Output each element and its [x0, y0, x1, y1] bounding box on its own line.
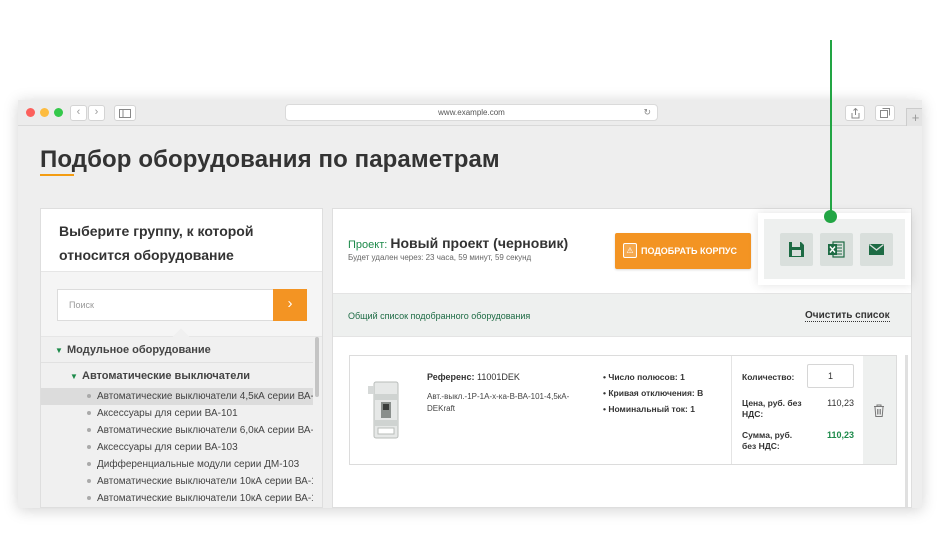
- project-actions-popup: [758, 213, 911, 285]
- quantity-input[interactable]: 1: [807, 364, 854, 388]
- spec-poles: • Число полюсов: 1: [603, 372, 685, 382]
- tabs-button[interactable]: [875, 105, 895, 121]
- pick-enclosure-button[interactable]: ⚠ ПОДОБРАТЬ КОРПУС: [615, 233, 751, 269]
- delete-zone[interactable]: [863, 356, 896, 464]
- tree-group-modular[interactable]: ▼ Модульное оборудование: [41, 337, 313, 363]
- group-selector-heading: Выберите группу, к которой относится обо…: [59, 223, 254, 263]
- spec-text: Кривая отключения: В: [608, 388, 704, 398]
- project-expire-note: Будет удален через: 23 часа, 59 минут, 5…: [348, 253, 532, 262]
- reload-icon[interactable]: ↻: [643, 105, 651, 120]
- save-button[interactable]: [780, 233, 813, 266]
- chevron-down-icon: ▼: [55, 346, 63, 355]
- browser-toolbar: ‹ › www.example.com ↻ +: [18, 100, 922, 126]
- mail-icon: [869, 243, 884, 255]
- circuit-breaker-image: [368, 381, 399, 439]
- close-window-button[interactable]: [26, 108, 35, 117]
- sidebar-toggle-button[interactable]: [114, 105, 136, 121]
- sum-value: 110,23: [826, 430, 854, 440]
- bullet-icon: [87, 428, 91, 433]
- group-tree: ▼ Модульное оборудование ▼ Автоматические …: [41, 328, 322, 507]
- callout-dot: [824, 210, 837, 223]
- product-specs: • Число полюсов: 1 • Кривая отключения: …: [603, 370, 728, 418]
- spec-text: Число полюсов: 1: [608, 372, 685, 382]
- tree-item-label: Автоматические выключатели 6,0кА серии В…: [97, 425, 313, 436]
- tree-item-label: Аксессуары для серии ВА-103: [97, 442, 238, 453]
- spec-current: • Номинальный ток: 1: [603, 404, 695, 414]
- tabs-icon: [880, 108, 890, 118]
- new-tab-button[interactable]: +: [906, 108, 922, 126]
- address-bar[interactable]: www.example.com ↻: [285, 104, 658, 121]
- chevron-down-icon: ▼: [70, 372, 78, 381]
- tree-item-label: Дифференциальные модули серии ДМ-103: [97, 459, 300, 470]
- maximize-window-button[interactable]: [54, 108, 63, 117]
- equipment-list-bar: Общий список подобранного оборудования О…: [333, 293, 911, 337]
- forward-button[interactable]: ›: [88, 105, 105, 121]
- project-label: Проект:: [348, 239, 388, 251]
- title-underline: [40, 174, 74, 176]
- reference: Референс: 11001DEK: [427, 372, 520, 382]
- quantity-price-area: Количество: 1 Цена, руб. без НДС: 110,23…: [731, 356, 863, 464]
- reference-value: 11001DEK: [477, 372, 520, 382]
- callout-line: [830, 40, 832, 216]
- tree-item[interactable]: Автоматические выключатели 10кА серии ВА…: [41, 490, 313, 507]
- tree-item[interactable]: Аксессуары для серии ВА-101: [41, 405, 313, 422]
- project-actions: [764, 219, 905, 279]
- search-zone: Поиск ›: [41, 271, 322, 337]
- bullet-icon: [87, 394, 91, 399]
- trash-icon[interactable]: [873, 404, 885, 417]
- spec-text: Номинальный ток: 1: [608, 404, 695, 414]
- pick-enclosure-label: ПОДОБРАТЬ КОРПУС: [641, 246, 738, 256]
- tree-item[interactable]: Аксессуары для серии ВА-103: [41, 439, 313, 456]
- tree-subgroup-label: Автоматические выключатели: [82, 370, 251, 382]
- tree-item-label: Автоматические выключатели 4,5кА серии В…: [97, 391, 313, 402]
- bullet-icon: [87, 411, 91, 416]
- product-card: Референс: 11001DEK Авт.-выкл.-1Р-1А-х-ка…: [349, 355, 897, 465]
- minimize-window-button[interactable]: [40, 108, 49, 117]
- browser-window: ‹ › www.example.com ↻ + Подбор оборудова…: [18, 100, 922, 508]
- tree-item-label: Аксессуары для серии ВА-101: [97, 408, 238, 419]
- project-name: Новый проект (черновик): [390, 235, 569, 251]
- tree-item[interactable]: Автоматические выключатели 10кА серии ВА…: [41, 473, 313, 490]
- share-button[interactable]: [845, 105, 865, 121]
- tree-item[interactable]: Дифференциальные модули серии ДМ-103: [41, 456, 313, 473]
- search-button[interactable]: ›: [273, 289, 307, 321]
- tree-item[interactable]: Автоматические выключатели 4,5кА серии В…: [41, 388, 313, 405]
- equipment-list-title: Общий список подобранного оборудования: [348, 311, 531, 321]
- enclosure-icon: ⚠: [623, 243, 637, 258]
- clear-list-button[interactable]: Очистить список: [805, 310, 890, 322]
- bullet-icon: [87, 445, 91, 450]
- export-excel-button[interactable]: [820, 233, 853, 266]
- save-icon: [789, 242, 804, 257]
- tree-item[interactable]: Автоматические выключатели 6,0кА серии В…: [41, 422, 313, 439]
- panel-scrollbar[interactable]: [905, 355, 908, 507]
- search-input[interactable]: Поиск: [57, 289, 273, 321]
- send-email-button[interactable]: [860, 233, 893, 266]
- back-button[interactable]: ‹: [70, 105, 87, 121]
- tree-subgroup-breakers[interactable]: ▼ Автоматические выключатели: [41, 364, 313, 388]
- excel-icon: [828, 241, 845, 258]
- page-title: Подбор оборудования по параметрам: [40, 146, 500, 173]
- sidebar-icon: [119, 109, 131, 118]
- spec-curve: • Кривая отключения: В: [603, 388, 704, 398]
- tree-scrollbar[interactable]: [315, 337, 319, 397]
- project-title: Проект: Новый проект (черновик): [348, 235, 568, 251]
- price-value: 110,23: [827, 398, 854, 408]
- group-selector-panel: Выберите группу, к которой относится обо…: [40, 208, 323, 508]
- bullet-icon: [87, 479, 91, 484]
- page-content: Подбор оборудования по параметрам Выбери…: [18, 126, 922, 508]
- tree-group-label: Модульное оборудование: [67, 344, 211, 356]
- bullet-icon: [87, 462, 91, 467]
- url-text: www.example.com: [438, 108, 505, 117]
- sum-label: Сумма, руб. без НДС:: [742, 430, 793, 451]
- price-label: Цена, руб. без НДС:: [742, 398, 802, 419]
- reference-label: Референс:: [427, 372, 475, 382]
- tree-item-label: Автоматические выключатели 10кА серии ВА…: [97, 476, 313, 487]
- bullet-icon: [87, 496, 91, 501]
- tree-item-label: Автоматические выключатели 10кА серии ВА…: [97, 493, 313, 504]
- share-icon: [851, 107, 859, 119]
- quantity-label: Количество:: [742, 372, 795, 382]
- product-description: Авт.-выкл.-1Р-1А-х-ка-В-ВА-101-4,5кА-DEK…: [427, 392, 570, 413]
